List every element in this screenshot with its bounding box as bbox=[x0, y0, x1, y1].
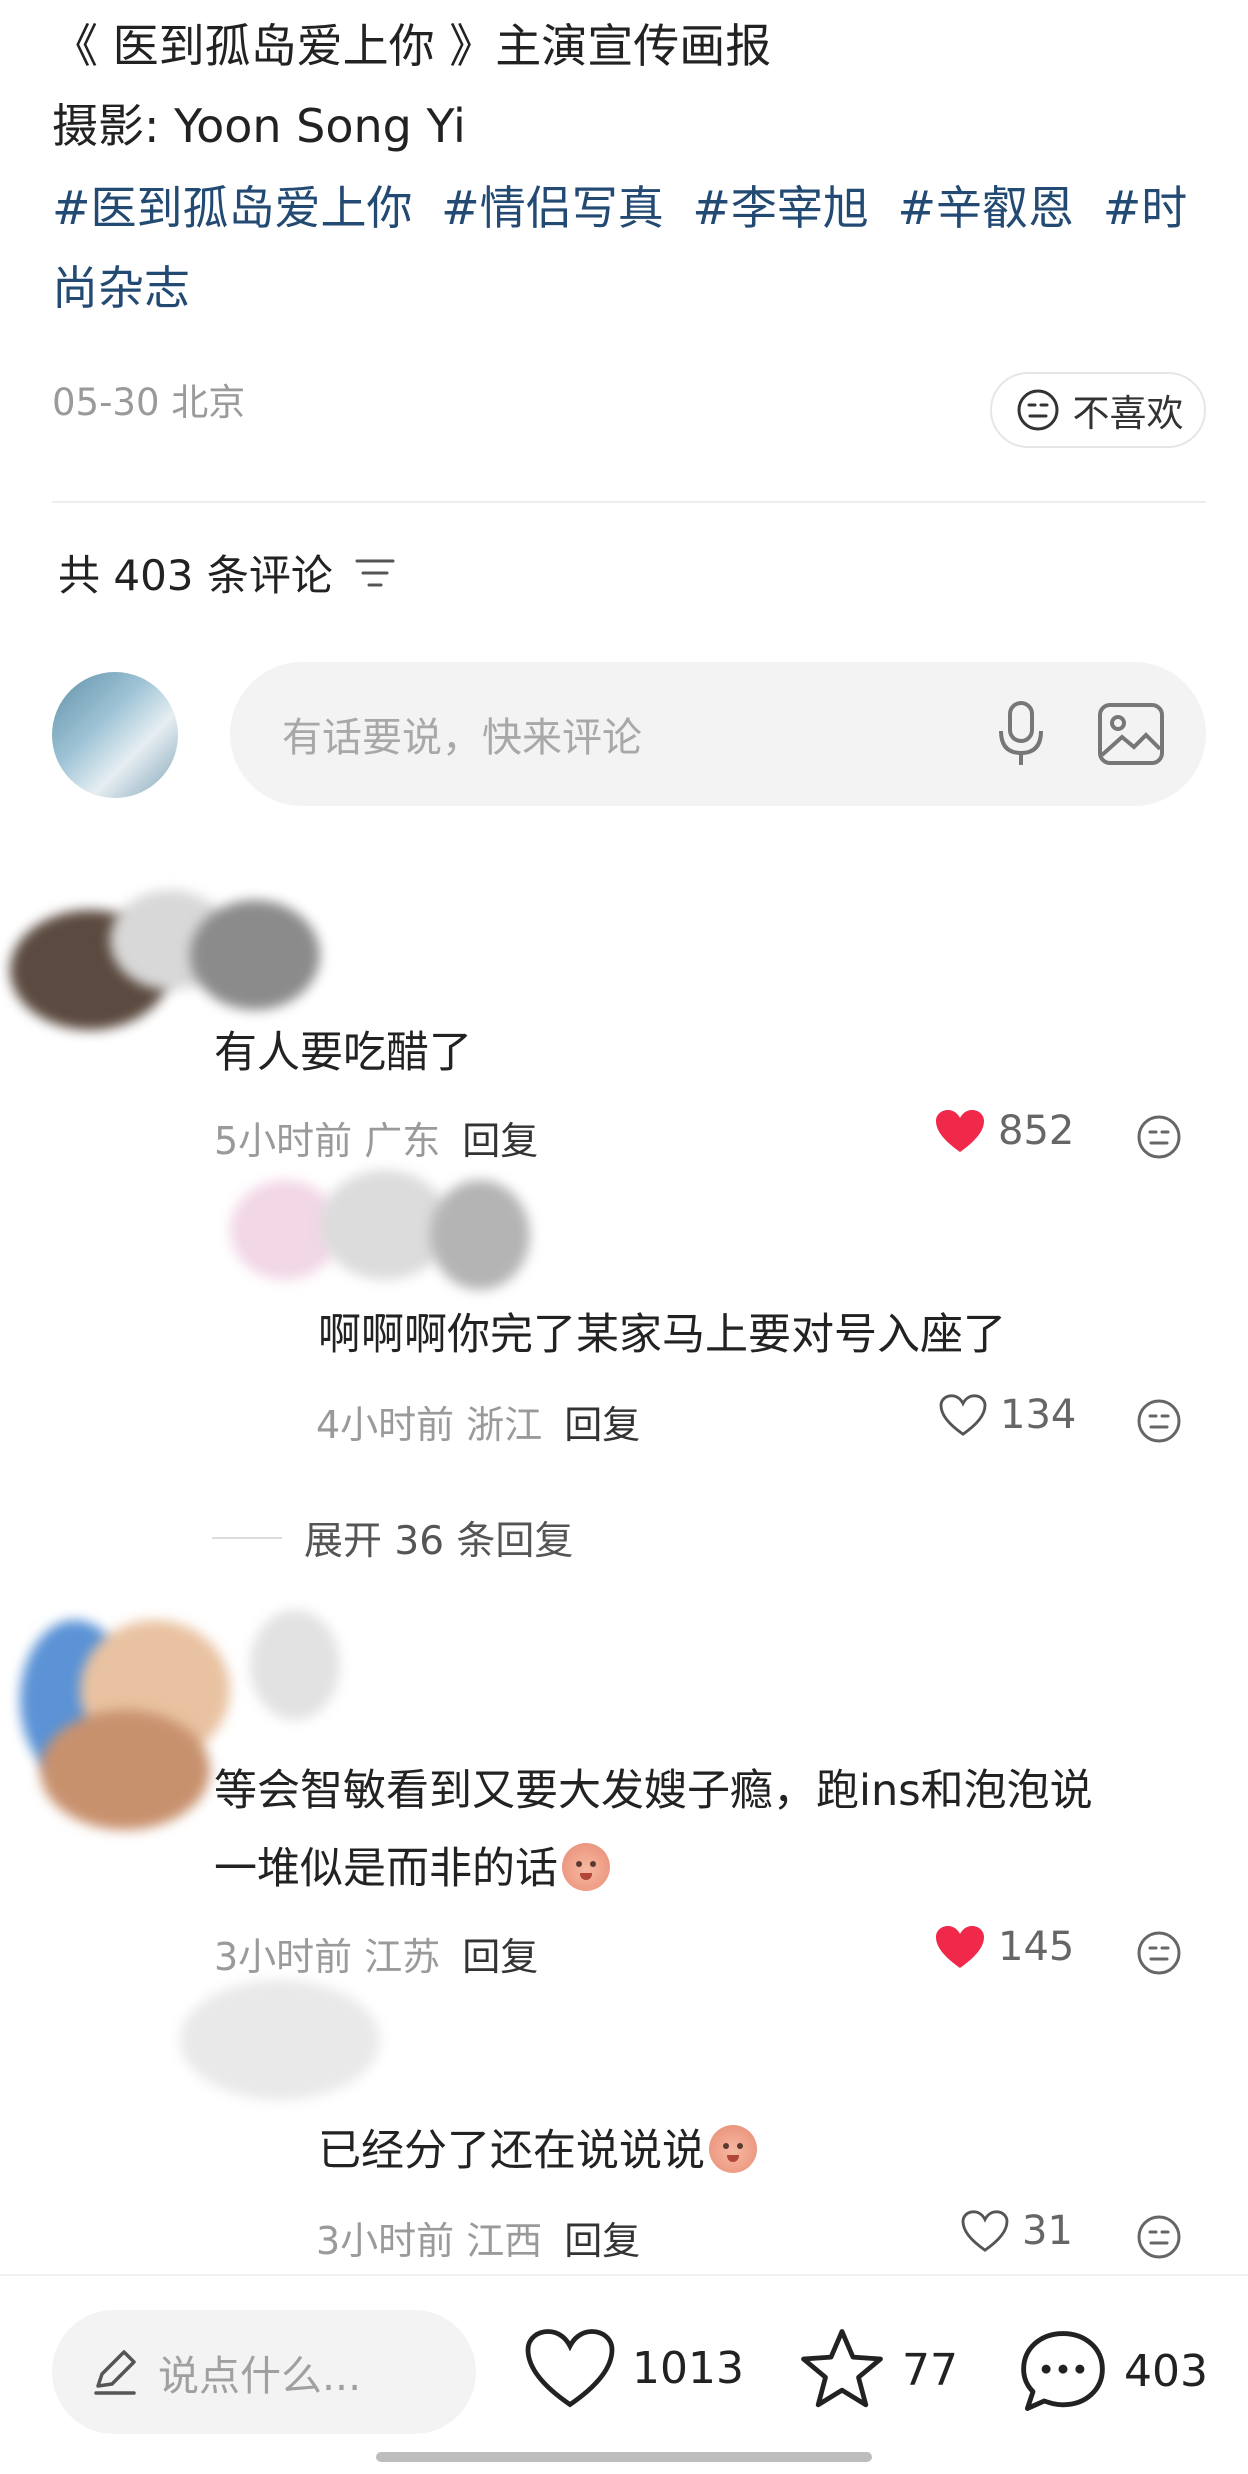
peach-emoji-icon bbox=[562, 1843, 610, 1891]
dislike-face-icon[interactable] bbox=[1134, 1112, 1184, 1162]
home-indicator bbox=[376, 2452, 872, 2462]
comment-text-line2: 一堆似是而非的话 bbox=[214, 1834, 610, 1896]
expand-replies-button[interactable]: 展开 36 条回复 bbox=[212, 1510, 573, 1566]
post-date-location: 05-30 北京 bbox=[52, 381, 246, 424]
tag-item[interactable]: #情侣写真 bbox=[441, 181, 664, 235]
reply-text-content: 已经分了还在说说说 bbox=[318, 2126, 705, 2176]
reply-button[interactable]: 回复 bbox=[462, 1935, 538, 1979]
comment-time-location: 5小时前 广东 bbox=[214, 1119, 441, 1163]
tag-item[interactable]: #李宰旭 bbox=[692, 181, 869, 235]
peach-emoji-icon bbox=[709, 2125, 757, 2173]
comment-input[interactable]: 有话要说，快来评论 bbox=[230, 662, 1206, 806]
my-avatar[interactable] bbox=[52, 672, 178, 798]
reply-like-button[interactable]: 31 bbox=[960, 2208, 1073, 2254]
heart-filled-icon bbox=[936, 1110, 984, 1152]
microphone-icon[interactable] bbox=[986, 699, 1056, 769]
post-like-count: 1013 bbox=[632, 2342, 744, 2394]
like-count: 852 bbox=[998, 1108, 1075, 1154]
like-post-button[interactable]: 1013 bbox=[522, 2326, 744, 2410]
like-count: 145 bbox=[998, 1924, 1075, 1970]
speech-bubble-icon bbox=[1021, 2331, 1105, 2411]
reply-button[interactable]: 回复 bbox=[462, 1119, 538, 1163]
reply-button[interactable]: 回复 bbox=[564, 2219, 640, 2263]
heart-outline-icon bbox=[525, 2329, 615, 2408]
say-something-input[interactable]: 说点什么... bbox=[52, 2310, 476, 2434]
sort-icon[interactable] bbox=[355, 556, 395, 590]
tag-item[interactable]: #医到孤岛爱上你 bbox=[52, 181, 413, 235]
post-comment-count: 403 bbox=[1124, 2345, 1208, 2397]
say-something-placeholder: 说点什么... bbox=[158, 2352, 362, 2400]
dislike-face-icon[interactable] bbox=[1134, 2212, 1184, 2262]
divider bbox=[52, 501, 1206, 503]
reply-button[interactable]: 回复 bbox=[564, 1403, 640, 1447]
like-count: 31 bbox=[1022, 2208, 1073, 2254]
avatar-blurred[interactable] bbox=[160, 1960, 420, 2110]
reply-like-button[interactable]: 134 bbox=[938, 1392, 1076, 1438]
favorite-post-button[interactable]: 77 bbox=[796, 2326, 958, 2414]
comment-like-button[interactable]: 852 bbox=[934, 1108, 1074, 1154]
reply-meta: 4小时前 浙江 回复 bbox=[316, 1394, 640, 1449]
dislike-face-icon[interactable] bbox=[1134, 1396, 1184, 1446]
dislike-button[interactable]: 不喜欢 bbox=[990, 372, 1206, 448]
tag-list: #医到孤岛爱上你 #情侣写真 #李宰旭 #辛叡恩 #时尚杂志 bbox=[52, 168, 1212, 328]
dislike-face-icon[interactable] bbox=[1134, 1928, 1184, 1978]
comment-input-placeholder: 有话要说，快来评论 bbox=[282, 715, 642, 761]
like-count: 134 bbox=[1000, 1392, 1077, 1438]
heart-outline-icon bbox=[939, 1394, 987, 1436]
reply-time-location: 4小时前 浙江 bbox=[316, 1403, 543, 1447]
reply-text: 已经分了还在说说说 bbox=[318, 2116, 757, 2178]
dislike-label: 不喜欢 bbox=[1072, 392, 1184, 435]
comment-like-button[interactable]: 145 bbox=[934, 1924, 1074, 1970]
reply-meta: 3小时前 江西 回复 bbox=[316, 2210, 640, 2265]
comment-count: 共 403 条评论 bbox=[58, 551, 333, 600]
comment-text-line2-text: 一堆似是而非的话 bbox=[214, 1844, 558, 1894]
comment-post-button[interactable]: 403 bbox=[1016, 2326, 1208, 2416]
comment-count-header: 共 403 条评论 bbox=[58, 542, 395, 603]
heart-outline-icon bbox=[961, 2210, 1009, 2252]
comment-text: 有人要吃醋了 bbox=[214, 1028, 472, 1078]
expand-replies-label: 展开 36 条回复 bbox=[304, 1519, 574, 1564]
post-favorite-count: 77 bbox=[902, 2344, 958, 2396]
comment-text-line1: 等会智敏看到又要大发嫂子瘾，跑ins和泡泡说 bbox=[214, 1766, 1093, 1816]
neutral-face-icon bbox=[1017, 389, 1058, 431]
avatar-blurred[interactable] bbox=[210, 1160, 550, 1310]
image-icon[interactable] bbox=[1096, 699, 1166, 769]
star-outline-icon bbox=[801, 2329, 883, 2408]
divider bbox=[212, 1537, 282, 1539]
post-title: 《 医到孤岛爱上你 》主演宣传画报 bbox=[52, 19, 772, 73]
pencil-icon bbox=[94, 2350, 136, 2395]
comment-meta: 5小时前 广东 回复 bbox=[214, 1110, 538, 1165]
heart-filled-icon bbox=[936, 1926, 984, 1968]
reply-time-location: 3小时前 江西 bbox=[316, 2219, 543, 2263]
reply-text: 啊啊啊你完了某家马上要对号入座了 bbox=[318, 1310, 1006, 1360]
photographer-credit: 摄影: Yoon Song Yi bbox=[52, 99, 466, 153]
tag-item[interactable]: #辛叡恩 bbox=[898, 181, 1075, 235]
